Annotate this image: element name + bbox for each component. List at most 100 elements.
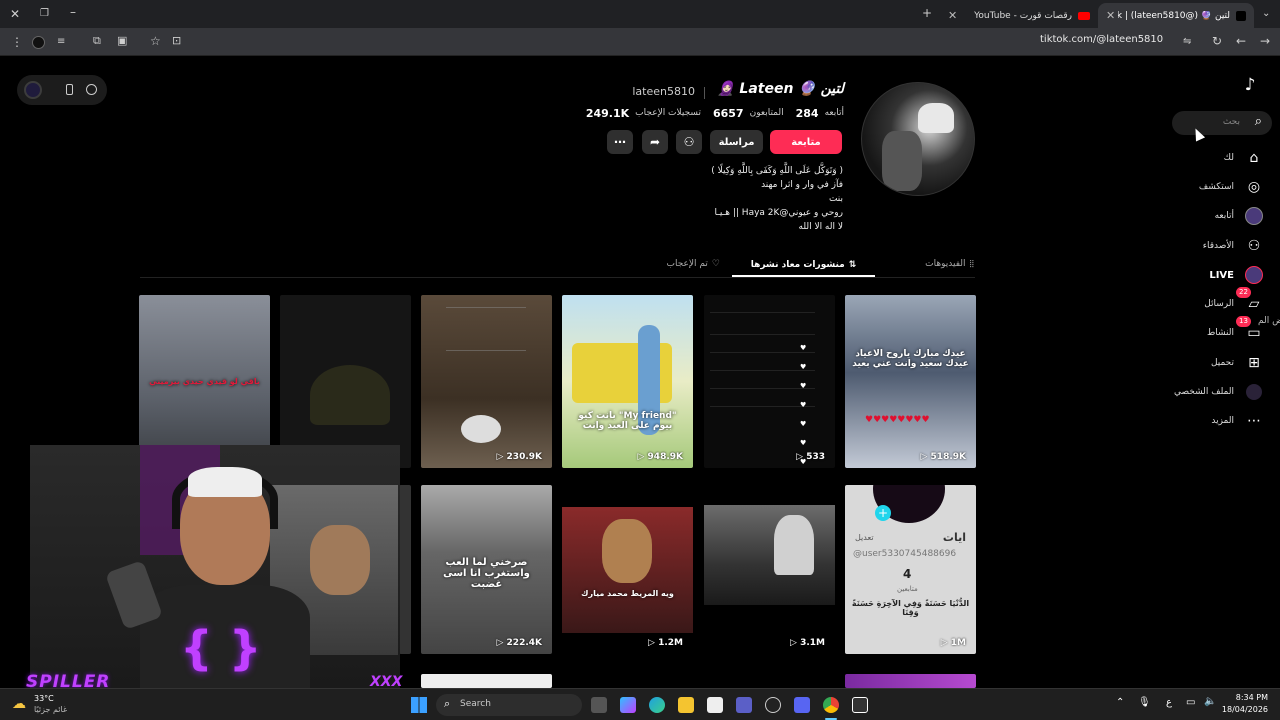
sidebar-item-following[interactable]: أتابعه (1144, 206, 1264, 226)
message-button[interactable]: مراسلة (710, 130, 763, 154)
task-view-icon[interactable] (591, 697, 607, 713)
playlist-icon[interactable]: ≡ (57, 36, 65, 48)
search-icon: ⌕ (444, 697, 451, 710)
share-button[interactable]: ➦ (642, 130, 668, 154)
language-indicator[interactable]: ع (1166, 697, 1172, 708)
url-field[interactable]: tiktok.com/@lateen5810 (1040, 34, 1163, 45)
bookmark-star-icon[interactable]: ☆ (150, 35, 161, 47)
sidebar-item-upload[interactable]: تحميل ⊞ (1144, 353, 1264, 373)
phone-icon[interactable] (66, 84, 73, 95)
capture-app-icon[interactable] (852, 697, 868, 713)
weather-icon[interactable]: ☁ (12, 696, 26, 712)
new-tab-button[interactable]: + (922, 7, 932, 19)
taskbar-search[interactable]: ⌕ Search (436, 694, 582, 716)
view-count-value: 3.1M (800, 638, 825, 648)
weather-text[interactable]: غائم جزئيًا (34, 705, 67, 714)
file-explorer-icon[interactable] (678, 697, 694, 713)
tab-liked[interactable]: ♡ تم الإعجاب (620, 254, 720, 274)
copilot-icon[interactable] (620, 697, 636, 713)
sidebar-item-label: الملف الشخصي (1174, 387, 1234, 397)
search-input[interactable]: بحث (1223, 117, 1240, 127)
tab-youtube[interactable]: رقصات قورت - YouTube ✕ (940, 3, 1098, 28)
video-tile[interactable]: باقي لو قيدي حيدي بيرميني (139, 295, 270, 468)
card-followers-count: 4 (903, 567, 912, 581)
video-tile[interactable] (399, 485, 411, 654)
site-settings-icon[interactable]: ⇋ (1183, 36, 1191, 48)
chrome-icon[interactable] (823, 697, 839, 713)
window-close-icon[interactable]: ✕ (10, 8, 20, 20)
sidebar-item-label: أتابعه (1214, 211, 1234, 221)
install-icon[interactable]: ⊡ (172, 35, 181, 47)
window-minimize-icon[interactable]: – (70, 6, 76, 18)
back-icon[interactable]: ← (1236, 35, 1246, 47)
github-icon[interactable] (765, 697, 781, 713)
play-icon: ▷ (637, 452, 648, 462)
tiktok-logo[interactable]: ♪ (1240, 75, 1260, 95)
discord-icon[interactable] (794, 697, 810, 713)
keyboard-icon[interactable] (86, 84, 97, 95)
follow-button[interactable]: متابعة (770, 130, 842, 154)
store-icon[interactable] (707, 697, 723, 713)
palm-image (310, 365, 390, 425)
profile-avatar[interactable] (861, 82, 975, 196)
tabs-divider (140, 277, 975, 278)
add-user-icon: ⚇ (683, 135, 695, 149)
reload-icon[interactable]: ↻ (1212, 35, 1222, 47)
menu-icon[interactable]: ⋮ (11, 36, 23, 48)
bio-line: ( وَتَوَكَّل عَلَى اللَّهِ وَكَفَى بِالل… (711, 166, 843, 176)
microphone-icon[interactable]: 🎙 (1138, 697, 1151, 708)
temperature[interactable]: 33°C (34, 694, 54, 703)
video-tile[interactable]: صرخني لما العب واستغرب انا اسى غضبت ▷ 22… (421, 485, 552, 654)
edge-icon[interactable] (649, 697, 665, 713)
video-tile[interactable]: ▷ 230.9K (421, 295, 552, 468)
tab-close-icon[interactable]: ✕ (948, 9, 957, 22)
video-tile[interactable] (845, 674, 976, 688)
save-icon[interactable]: ▣ (117, 35, 127, 47)
video-tile[interactable]: ويه المريط محمد ميارك ▷ 1.2M (562, 485, 693, 654)
stats-row: أتابعه 284 المتابعون 6657 تسجيلات الإعجا… (586, 105, 844, 121)
tab-tiktok[interactable]: لتين 🔮 (@lateen5810) | TikTok ✕ (1098, 3, 1254, 28)
start-icon[interactable] (411, 697, 427, 713)
video-tile[interactable] (280, 295, 411, 468)
sidebar-item-profile[interactable]: الملف الشخصي (1144, 382, 1264, 402)
sidebar-item-activity[interactable]: النشاط ▭ 13 (1144, 316, 1264, 343)
tray-overflow-icon[interactable]: ⌃ (1116, 697, 1124, 708)
teams-icon[interactable] (736, 697, 752, 713)
video-tile[interactable] (421, 674, 552, 688)
tab-videos[interactable]: ⦙⦙ الفيديوهات (876, 254, 974, 274)
video-tile[interactable]: عيدك مبارك ياروح الاعياد عيدك سعيد وانت … (845, 295, 976, 468)
bio: ( وَتَوَكَّل عَلَى اللَّهِ وَكَفَى بِالل… (600, 164, 843, 234)
video-tile[interactable]: ♥ ♥ ♥ ♥ ♥ ♥ ♥ ▷ 533 (704, 295, 835, 468)
more-options-button[interactable]: ⋯ (607, 130, 633, 154)
clock-time[interactable]: 8:34 PM (1228, 693, 1268, 702)
window-restore-icon[interactable]: ❐ (40, 8, 49, 20)
sidebar-item-friends[interactable]: الأصدقاء ⚇ (1144, 236, 1264, 256)
sidebar-item-more[interactable]: المزيد ⋯ (1144, 411, 1264, 431)
search-box[interactable]: بحث ⌕ (1172, 111, 1272, 135)
tab-close-icon[interactable]: ✕ (1106, 9, 1115, 22)
taskbar: ☁ 33°C غائم جزئيًا ⌕ Search ⌃ 🎙 ع ▭ 🔈 8:… (0, 688, 1280, 720)
tab-reposts[interactable]: ⇅ منشورات معاد نشرها (732, 254, 875, 276)
tab-search-icon[interactable]: ⌄ (1262, 8, 1270, 20)
heart-icon: ♡ (711, 259, 720, 269)
clock-date[interactable]: 18/04/2026 (1218, 705, 1268, 714)
video-tile[interactable]: ▷ 3.1M (704, 485, 835, 654)
more-icon: ⋯ (614, 135, 626, 149)
following-count[interactable]: 284 (796, 107, 819, 120)
sidebar-item-messages[interactable]: الرسائل ▱ 22 (1144, 287, 1264, 314)
sidebar-item-explore[interactable]: استكشف ◎ (1144, 177, 1264, 197)
followers-count[interactable]: 6657 (713, 107, 744, 120)
search-icon[interactable]: ⌕ (1255, 114, 1262, 129)
forward-icon[interactable]: → (1260, 35, 1270, 47)
network-icon[interactable]: ▭ (1186, 697, 1195, 708)
following-label: أتابعه (824, 108, 844, 118)
add-friend-button[interactable]: ⚇ (676, 130, 702, 154)
video-tile[interactable]: "My friend" بانت كيو بيوم على العيد وانت… (562, 295, 693, 468)
volume-icon[interactable]: 🔈 (1204, 696, 1216, 707)
extensions-icon[interactable]: ⧉ (93, 35, 101, 47)
sidebar-item-foryou[interactable]: لك ⌂ (1144, 148, 1264, 168)
video-tile[interactable]: + ايات تعديل @user5330745488696 4 متابعي… (845, 485, 976, 654)
sidebar-item-live[interactable]: LIVE (1144, 265, 1264, 285)
profile-icon[interactable] (32, 36, 45, 49)
toggle-icon[interactable] (24, 81, 42, 99)
